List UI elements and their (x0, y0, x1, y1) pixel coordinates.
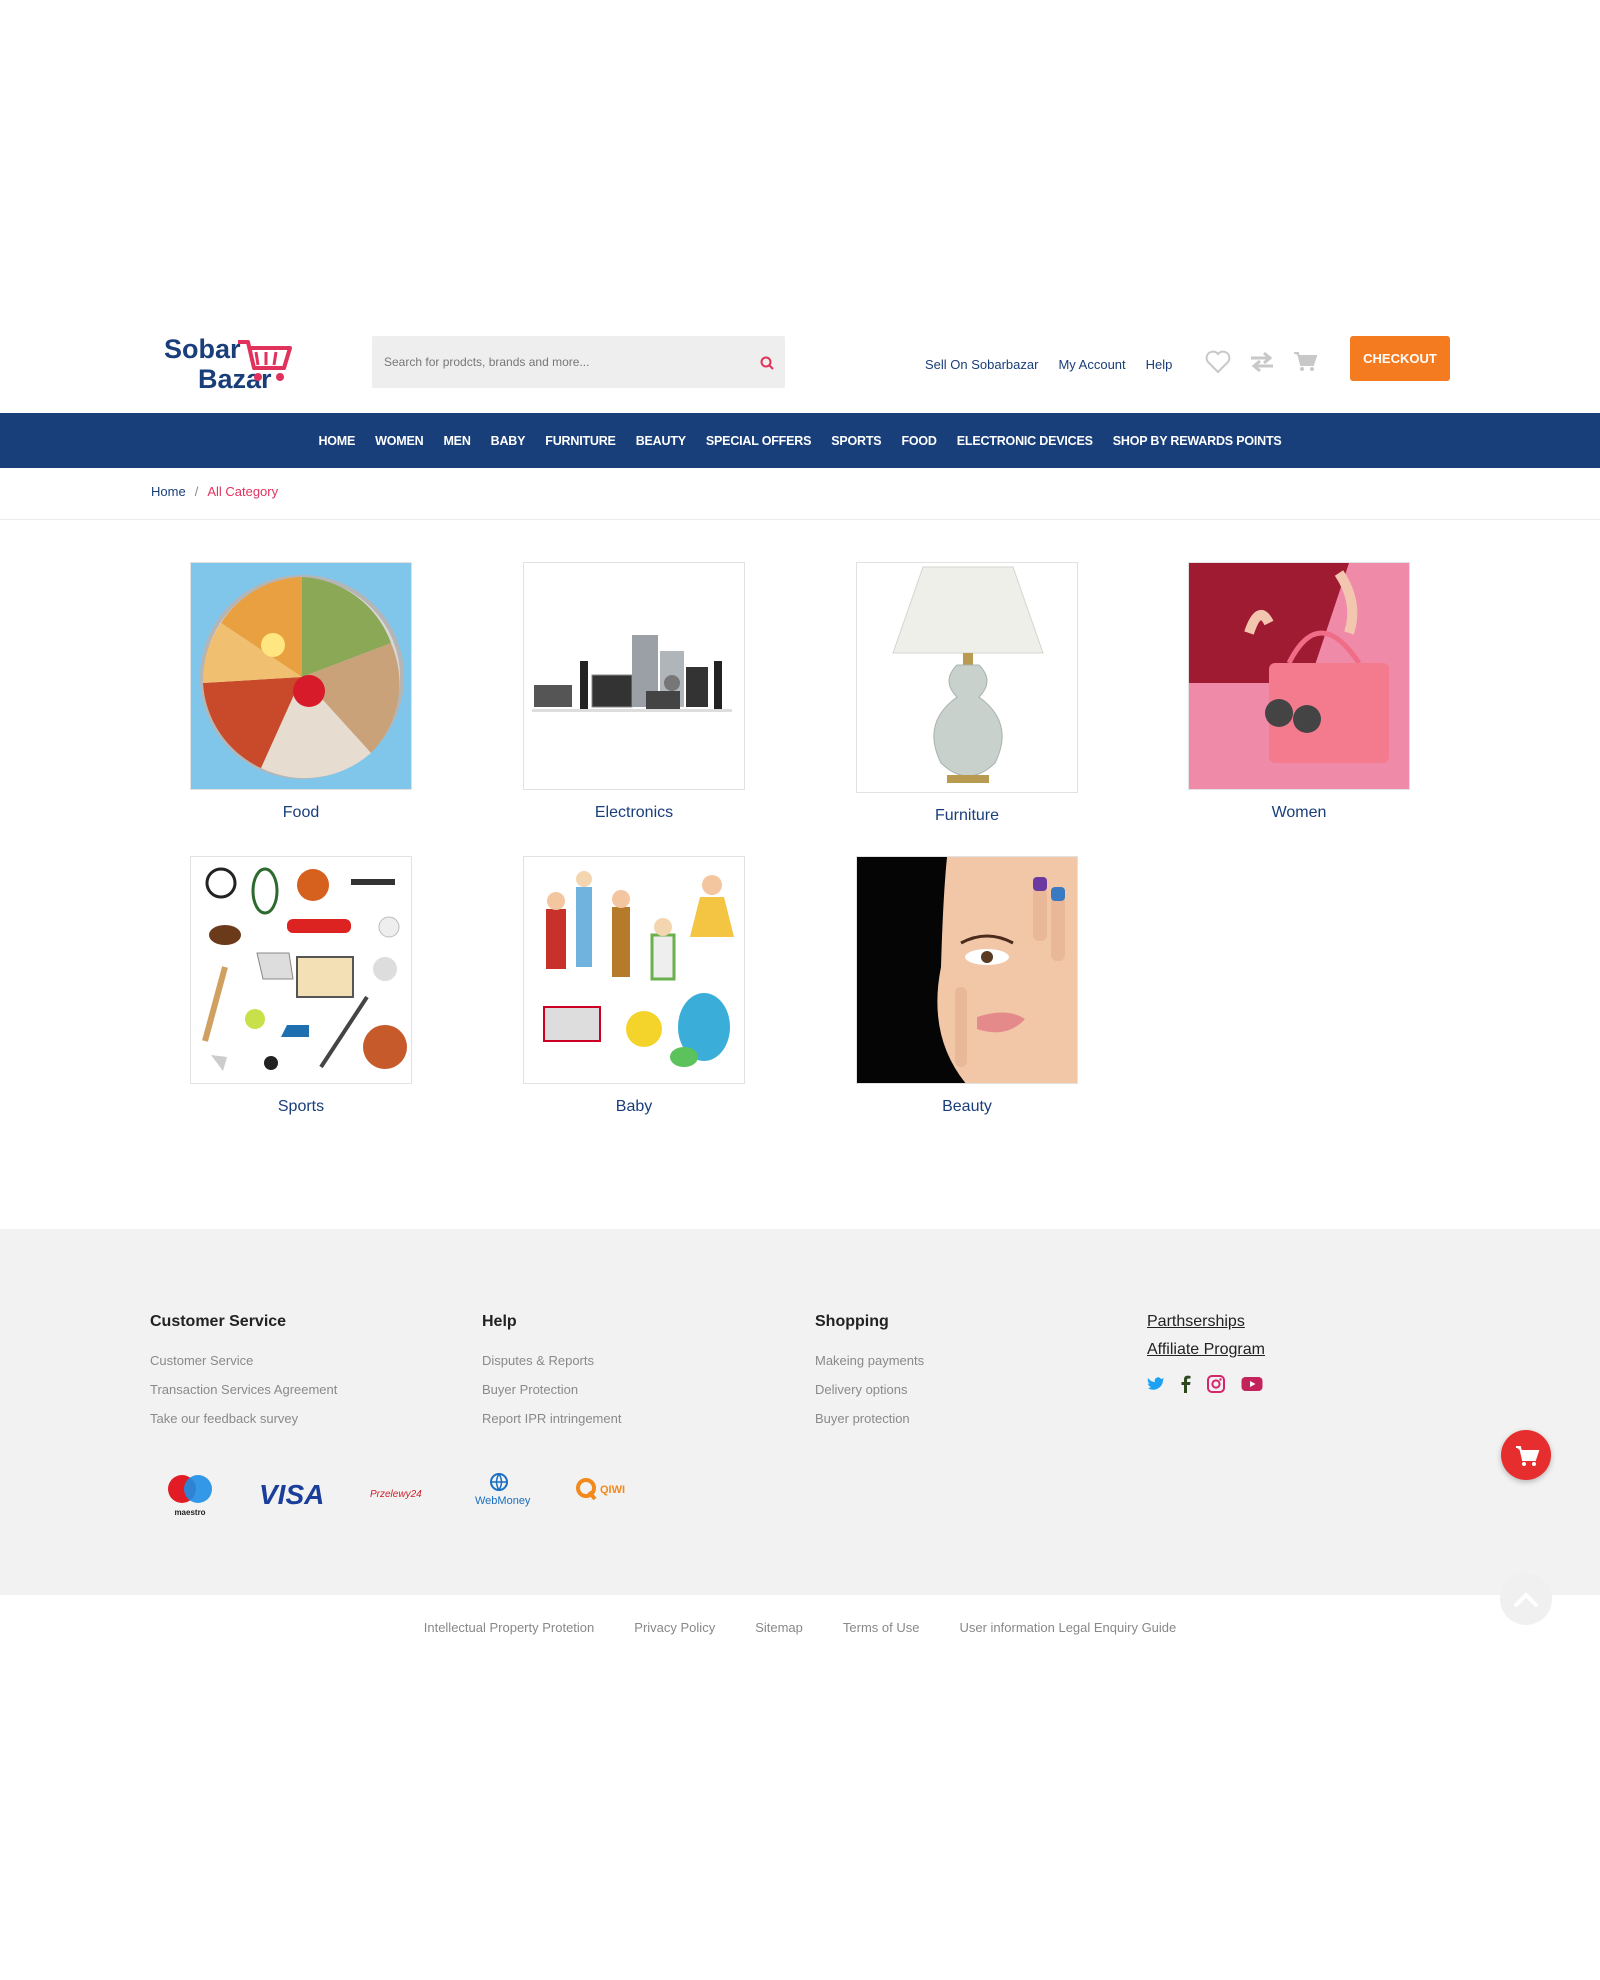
footer-heading: Help (482, 1313, 517, 1330)
floating-cart-button[interactable] (1501, 1430, 1551, 1480)
site-header: Sobar Bazar Sell On Sobarbazar My Accoun… (0, 320, 1600, 412)
scroll-up-icon (1514, 1592, 1538, 1607)
footer-link[interactable]: Report IPR intringement (482, 1411, 621, 1426)
twitter-icon[interactable] (1147, 1376, 1165, 1392)
footer-partner-links: Parthserships Affiliate Program (1147, 1313, 1265, 1393)
checkout-button[interactable]: CHECKOUT (1350, 336, 1450, 381)
instagram-icon[interactable] (1207, 1375, 1225, 1393)
breadcrumb-separator: / (194, 484, 199, 499)
nav-furniture[interactable]: FURNITURE (545, 434, 616, 448)
social-icons (1147, 1375, 1265, 1393)
category-furniture-label: Furniture (934, 807, 1000, 824)
footer-heading: Customer Service (150, 1313, 287, 1330)
bottom-link-privacy[interactable]: Privacy Policy (634, 1620, 715, 1635)
category-food[interactable]: Food (190, 562, 412, 822)
search-bar (372, 336, 785, 388)
category-sports-label: Sports (277, 1098, 325, 1115)
sell-link[interactable]: Sell On Sobarbazar (925, 357, 1038, 372)
footer-heading: Shopping (815, 1313, 889, 1330)
category-furniture-image (856, 562, 1078, 793)
help-link[interactable]: Help (1146, 357, 1173, 372)
footer-help: Help Disputes & Reports Buyer Protection… (482, 1313, 621, 1440)
affiliate-program-link[interactable]: Affiliate Program (1147, 1341, 1265, 1359)
compare-arrows-icon[interactable] (1249, 351, 1275, 373)
qiwi-logo: QIWI (600, 1484, 626, 1496)
site-logo[interactable]: Sobar Bazar (160, 330, 300, 398)
site-footer: Customer Service Customer Service Transa… (0, 1229, 1600, 1595)
footer-link[interactable]: Buyer protection (815, 1411, 924, 1426)
bottom-link-terms[interactable]: Terms of Use (843, 1620, 920, 1635)
przelewy-logo: Przelewy24 (370, 1489, 422, 1500)
nav-beauty[interactable]: BEAUTY (636, 434, 686, 448)
nav-food[interactable]: FOOD (901, 434, 937, 448)
search-icon[interactable] (759, 355, 775, 371)
category-women-label: Women (1271, 804, 1327, 821)
maestro-logo: maestro (168, 1475, 212, 1517)
cart-icon[interactable] (1293, 351, 1317, 373)
logo-cart-icon (238, 340, 292, 381)
breadcrumb: Home / All Category (151, 484, 278, 499)
youtube-icon[interactable] (1241, 1376, 1263, 1392)
nav-electronic-devices[interactable]: ELECTRONIC DEVICES (957, 434, 1093, 448)
footer-link[interactable]: Transaction Services Agreement (150, 1382, 337, 1397)
footer-link[interactable]: Disputes & Reports (482, 1353, 621, 1368)
main-nav: HOME WOMEN MEN BABY FURNITURE BEAUTY SPE… (0, 413, 1600, 468)
nav-sports[interactable]: SPORTS (831, 434, 881, 448)
category-food-label: Food (282, 804, 320, 821)
maestro-text: maestro (174, 1508, 205, 1517)
category-electronics-image (523, 562, 745, 790)
category-sports-image (190, 856, 412, 1084)
category-baby[interactable]: Baby (523, 856, 745, 1116)
category-sports[interactable]: Sports (190, 856, 412, 1116)
breadcrumb-home[interactable]: Home (151, 484, 186, 499)
breadcrumb-current: All Category (207, 484, 279, 499)
nav-men[interactable]: MEN (443, 434, 470, 448)
header-icons (1205, 350, 1317, 374)
nav-baby[interactable]: BABY (491, 434, 526, 448)
partnerships-link[interactable]: Parthserships (1147, 1313, 1265, 1331)
floating-cart-icon (1516, 1446, 1540, 1466)
header-links: Sell On Sobarbazar My Account Help (925, 354, 1172, 374)
qiwi-circle-icon (576, 1478, 597, 1501)
visa-logo: VISA (259, 1479, 325, 1510)
category-women[interactable]: Women (1188, 562, 1410, 822)
logo-word-1: Sobar (164, 334, 241, 364)
category-food-image (190, 562, 412, 790)
search-input[interactable] (372, 336, 742, 388)
footer-link[interactable]: Delivery options (815, 1382, 924, 1397)
bottom-links: Intellectual Property Protetion Privacy … (0, 1620, 1600, 1635)
footer-link[interactable]: Take our feedback survey (150, 1411, 337, 1426)
category-women-image (1188, 562, 1410, 790)
webmoney-logo: WebMoney (475, 1495, 531, 1507)
category-beauty-label: Beauty (942, 1098, 992, 1115)
divider (0, 519, 1600, 520)
nav-shop-by-rewards[interactable]: SHOP BY REWARDS POINTS (1113, 434, 1282, 448)
category-baby-label: Baby (615, 1098, 653, 1115)
scroll-to-top-button[interactable] (1500, 1573, 1552, 1625)
footer-link[interactable]: Buyer Protection (482, 1382, 621, 1397)
nav-women[interactable]: WOMEN (375, 434, 424, 448)
category-electronics-label: Electronics (594, 804, 674, 821)
category-furniture[interactable]: Furniture (856, 562, 1078, 825)
bottom-link-ip-protection[interactable]: Intellectual Property Protetion (424, 1620, 595, 1635)
nav-home[interactable]: HOME (318, 434, 355, 448)
my-account-link[interactable]: My Account (1058, 357, 1125, 372)
nav-special-offers[interactable]: SPECIAL OFFERS (706, 434, 812, 448)
footer-shopping: Shopping Makeing payments Delivery optio… (815, 1313, 924, 1440)
payment-logos: maestro VISA Przelewy24 WebMoney QIWI (160, 1469, 640, 1519)
category-electronics[interactable]: Electronics (523, 562, 745, 822)
category-beauty-image (856, 856, 1078, 1084)
category-beauty[interactable]: Beauty (856, 856, 1078, 1116)
bottom-link-legal-enquiry[interactable]: User information Legal Enquiry Guide (959, 1620, 1176, 1635)
wishlist-heart-icon[interactable] (1205, 350, 1231, 374)
category-baby-image (523, 856, 745, 1084)
footer-link[interactable]: Customer Service (150, 1353, 337, 1368)
footer-customer-service: Customer Service Customer Service Transa… (150, 1313, 337, 1440)
webmoney-globe-icon (490, 1473, 508, 1491)
footer-link[interactable]: Makeing payments (815, 1353, 924, 1368)
facebook-icon[interactable] (1181, 1375, 1191, 1393)
bottom-link-sitemap[interactable]: Sitemap (755, 1620, 803, 1635)
